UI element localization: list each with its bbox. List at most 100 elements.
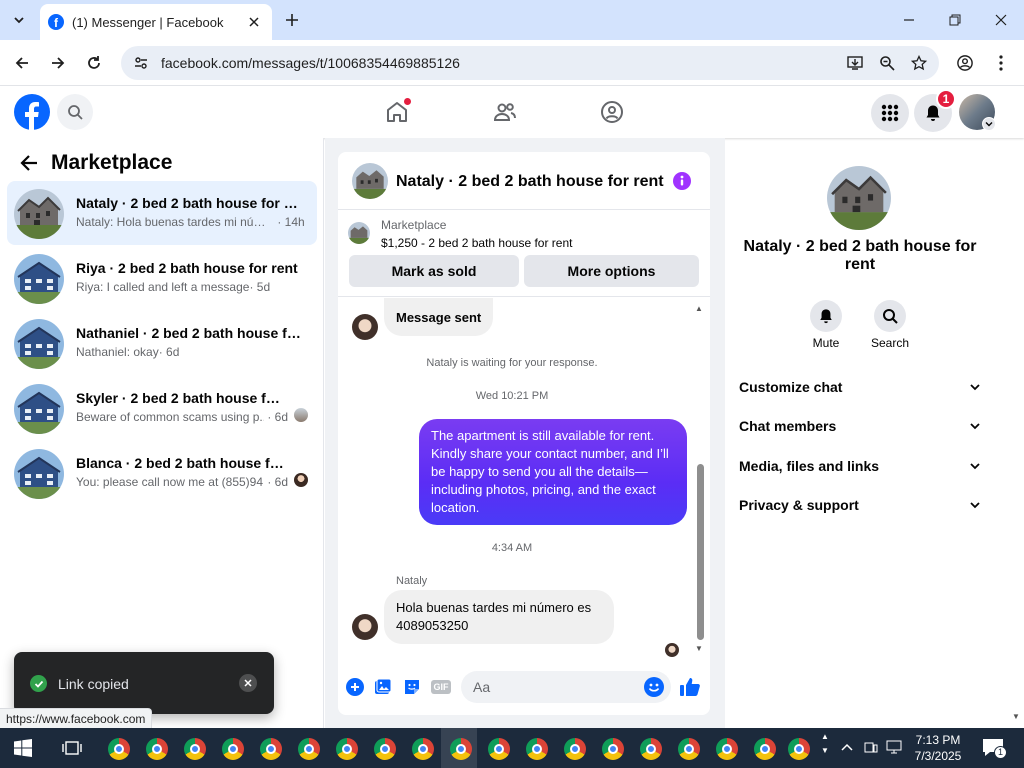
like-thumbs-up-icon[interactable]	[679, 676, 701, 698]
device-icon[interactable]	[864, 740, 878, 754]
taskbar-chrome-icon[interactable]	[754, 738, 776, 760]
facebook-logo-icon[interactable]	[14, 94, 50, 130]
gif-icon[interactable]: GIF	[431, 680, 451, 694]
tab-search-icon[interactable]	[11, 12, 27, 28]
search-label[interactable]: Search	[860, 336, 920, 350]
message-sent-bubble[interactable]: Message sent	[384, 298, 494, 336]
taskbar-chrome-icon[interactable]	[450, 738, 472, 760]
url-text: facebook.com/messages/t/1006835446988512…	[161, 55, 460, 71]
profile-icon[interactable]	[957, 55, 973, 71]
bookmark-star-icon[interactable]	[911, 55, 927, 71]
chevron-down-icon	[970, 502, 980, 509]
taskbar-chrome-icon[interactable]	[412, 738, 434, 760]
taskbar-chrome-icon[interactable]	[374, 738, 396, 760]
info-icon[interactable]	[673, 172, 691, 190]
taskbar-chrome-icon[interactable]	[298, 738, 320, 760]
zoom-icon[interactable]	[879, 55, 895, 71]
account-chevron-down-icon[interactable]	[982, 117, 996, 131]
seen-avatar	[665, 643, 679, 657]
listing-avatar	[14, 189, 64, 239]
system-clock[interactable]: 7:13 PM 7/3/2025	[912, 732, 964, 764]
taskbar-chrome-icon[interactable]	[602, 738, 624, 760]
profile-name: Nataly · 2 bed 2 bath house for rent	[743, 238, 977, 273]
new-tab-icon[interactable]	[284, 12, 300, 28]
mark-as-sold-button[interactable]: Mark as sold	[349, 255, 519, 287]
show-hidden-icons-chevron-up-icon[interactable]	[840, 740, 854, 754]
emoji-icon[interactable]	[644, 677, 664, 697]
browser-tab-messenger[interactable]: f (1) Messenger | Facebook	[40, 4, 272, 40]
network-icon[interactable]	[886, 740, 902, 754]
message-input-placeholder: Aa	[473, 679, 491, 695]
taskbar-chrome-icon[interactable]	[526, 738, 548, 760]
sender-avatar	[352, 314, 378, 340]
conversation-item-nathaniel[interactable]: Nathaniel · 2 bed 2 bath house for... Na…	[7, 311, 317, 375]
more-actions-plus-icon[interactable]	[346, 678, 364, 696]
taskbar-chrome-icon[interactable]	[488, 738, 510, 760]
section-chat-members[interactable]: Chat members	[739, 418, 981, 434]
minimize-window-icon[interactable]	[901, 12, 917, 28]
listing-avatar	[14, 449, 64, 499]
page-scroll-down-arrow-icon[interactable]: ▼	[1012, 712, 1020, 721]
conversation-item-blanca[interactable]: Blanca · 2 bed 2 bath house for ... You:…	[7, 441, 317, 505]
action-center-icon[interactable]: 1	[982, 738, 1007, 759]
taskbar-chrome-icon[interactable]	[564, 738, 586, 760]
mute-label[interactable]: Mute	[796, 336, 856, 350]
taskbar-chrome-icon[interactable]	[640, 738, 662, 760]
taskbar-chrome-icon[interactable]	[146, 738, 168, 760]
chat-listing-avatar[interactable]	[352, 163, 388, 199]
install-app-icon[interactable]	[847, 55, 863, 71]
taskbar-chrome-icon[interactable]	[678, 738, 700, 760]
message-input[interactable]: Aa	[461, 671, 671, 703]
incoming-message-bubble[interactable]: Hola buenas tardes mi número es 40890532…	[384, 590, 614, 644]
menu-grid-icon[interactable]	[871, 94, 909, 132]
conversation-item-riya[interactable]: Riya · 2 bed 2 bath house for rent Riya:…	[7, 246, 317, 310]
section-privacy-support[interactable]: Privacy & support	[739, 497, 981, 513]
conversation-item-skyler[interactable]: Skyler · 2 bed 2 bath house for r... Bew…	[7, 376, 317, 440]
mute-bell-icon[interactable]	[810, 300, 842, 332]
groups-icon[interactable]	[600, 100, 624, 124]
section-media-files-links[interactable]: Media, files and links	[739, 458, 981, 474]
search-in-conversation-icon[interactable]	[874, 300, 906, 332]
restore-window-icon[interactable]	[947, 12, 963, 28]
outgoing-message-bubble[interactable]: The apartment is still available for ren…	[419, 419, 687, 525]
attach-photo-icon[interactable]	[374, 678, 392, 696]
back-arrow-icon[interactable]	[20, 154, 38, 172]
close-tab-icon[interactable]	[246, 14, 262, 30]
taskbar-chrome-icon[interactable]	[716, 738, 738, 760]
task-view-icon[interactable]	[62, 739, 82, 757]
taskbar-chrome-icon[interactable]	[336, 738, 358, 760]
conversation-item-nataly[interactable]: Nataly · 2 bed 2 bath house for rent Nat…	[7, 181, 317, 245]
panel-title: Marketplace	[51, 151, 173, 174]
address-bar[interactable]: facebook.com/messages/t/1006835446988512…	[121, 46, 939, 80]
conversation-preview: You: please call now me at (855)94... · …	[76, 475, 289, 489]
close-toast-icon[interactable]	[239, 674, 257, 692]
taskbar-chrome-icon[interactable]	[184, 738, 206, 760]
profile-listing-avatar[interactable]	[827, 166, 891, 230]
back-arrow-icon[interactable]	[14, 55, 30, 71]
taskbar-chrome-icon[interactable]	[260, 738, 282, 760]
taskbar-chrome-icon[interactable]	[222, 738, 244, 760]
listing-description[interactable]: $1,250 - 2 bed 2 bath house for rent	[381, 236, 572, 250]
chat-scrollbar[interactable]: ▲ ▼	[694, 302, 706, 654]
conversation-preview: Riya: I called and left a message· 5d	[76, 280, 271, 294]
reload-icon[interactable]	[86, 55, 102, 71]
taskbar-chrome-icon[interactable]	[108, 738, 130, 760]
chat-title[interactable]: Nataly · 2 bed 2 bath house for rent	[396, 173, 664, 191]
scrollbar-thumb[interactable]	[697, 464, 704, 640]
search-icon[interactable]	[57, 94, 93, 130]
home-icon[interactable]	[385, 98, 411, 124]
toast-message: Link copied	[58, 676, 129, 692]
friends-icon[interactable]	[493, 100, 517, 124]
windows-start-icon[interactable]	[14, 739, 32, 757]
taskbar-chrome-icon[interactable]	[788, 738, 810, 760]
site-info-icon[interactable]	[133, 55, 149, 71]
forward-arrow-icon[interactable]	[50, 55, 66, 71]
more-options-button[interactable]: More options	[524, 255, 699, 287]
close-window-icon[interactable]	[993, 12, 1009, 28]
taskbar-overflow-arrows-icon[interactable]: ▲ ▼	[821, 730, 829, 758]
scroll-up-arrow-icon[interactable]: ▲	[695, 304, 703, 313]
scroll-down-arrow-icon[interactable]: ▼	[695, 644, 703, 653]
browser-menu-icon[interactable]	[993, 55, 1009, 71]
section-customize-chat[interactable]: Customize chat	[739, 379, 981, 395]
sticker-icon[interactable]	[403, 678, 421, 696]
